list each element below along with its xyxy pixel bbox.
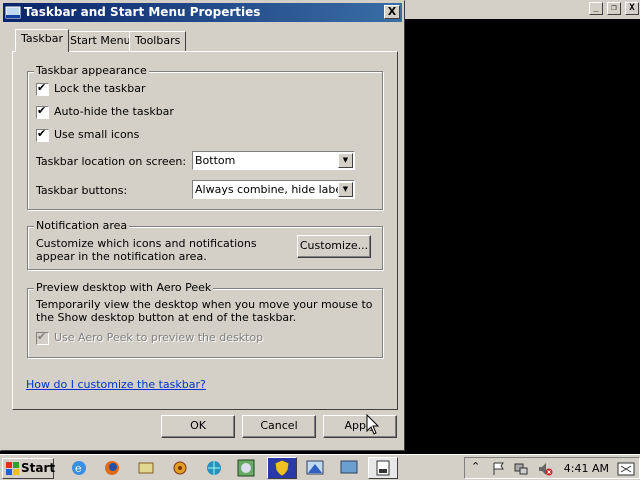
buttons-label: Taskbar buttons: [36, 184, 128, 197]
dialog-titlebar[interactable]: Taskbar and Start Menu Properties X [3, 3, 402, 22]
aero-peek-row: ✔ Use Aero Peek to preview the desktop [36, 329, 264, 345]
network-icon[interactable] [137, 459, 155, 477]
cancel-button[interactable]: Cancel [242, 415, 316, 438]
group-legend-peek: Preview desktop with Aero Peek [34, 281, 214, 294]
show-desktop-icon[interactable] [617, 461, 635, 477]
outer-minimize-button[interactable]: _ [589, 2, 603, 15]
aero-peek-checkbox: ✔ [36, 329, 49, 345]
apply-button[interactable]: Apply [323, 415, 397, 438]
shield-icon [274, 459, 290, 477]
taskbar-buttons-select[interactable]: Always combine, hide labels ▼ [192, 180, 355, 199]
lock-taskbar-row[interactable]: ✔ Lock the taskbar [36, 80, 146, 96]
chevron-down-icon[interactable]: ▼ [338, 153, 353, 168]
settings-icon[interactable] [171, 459, 189, 477]
ie-icon[interactable]: e [70, 459, 88, 477]
lock-taskbar-label: Lock the taskbar [54, 82, 146, 95]
active-window-button[interactable] [368, 457, 398, 479]
taskbar: Start e ⌃ 4:41 AM [0, 454, 640, 480]
group-legend-notification: Notification area [34, 219, 130, 232]
ok-button[interactable]: OK [161, 415, 235, 438]
desktop-icon[interactable] [306, 459, 324, 477]
start-label: Start [21, 461, 56, 475]
tab-start-menu[interactable]: Start Menu [64, 31, 137, 51]
firefox-icon[interactable] [103, 459, 121, 477]
system-tray: ⌃ 4:41 AM [464, 457, 640, 479]
auto-hide-checkbox[interactable]: ✔ [36, 103, 49, 119]
customize-button[interactable]: Customize... [297, 235, 371, 258]
network-tray-icon[interactable] [513, 461, 529, 477]
outer-window-titlebar: _ ❐ X [405, 0, 640, 19]
location-label: Taskbar location on screen: [36, 155, 187, 168]
help-link[interactable]: How do I customize the taskbar? [26, 378, 206, 391]
taskbar-buttons-value: Always combine, hide labels [195, 183, 351, 196]
small-icons-label: Use small icons [54, 128, 140, 141]
dvd-icon[interactable] [237, 459, 255, 477]
taskbar-window-button[interactable] [267, 457, 297, 479]
dialog-close-button[interactable]: X [384, 5, 400, 19]
peek-description: Temporarily view the desktop when you mo… [36, 298, 373, 324]
checkmark-icon: ✔ [37, 126, 47, 140]
clock[interactable]: 4:41 AM [564, 462, 609, 475]
notification-description: Customize which icons and notifications … [36, 237, 257, 263]
windows-logo-icon [6, 462, 19, 475]
small-icons-checkbox[interactable]: ✔ [36, 126, 49, 142]
mouse-cursor-icon [366, 414, 380, 435]
svg-text:e: e [75, 462, 82, 475]
window-icon [376, 460, 390, 476]
volume-muted-icon[interactable] [537, 461, 553, 477]
taskbar-properties-icon [5, 6, 21, 19]
auto-hide-label: Auto-hide the taskbar [54, 105, 174, 118]
aero-peek-label: Use Aero Peek to preview the desktop [54, 331, 264, 344]
location-value: Bottom [195, 154, 236, 167]
chevron-down-icon[interactable]: ▼ [338, 182, 353, 197]
dialog-title: Taskbar and Start Menu Properties [24, 5, 261, 19]
auto-hide-row[interactable]: ✔ Auto-hide the taskbar [36, 103, 174, 119]
show-hidden-icons-icon[interactable]: ⌃ [471, 460, 480, 473]
location-select[interactable]: Bottom ▼ [192, 151, 355, 170]
checkmark-icon: ✔ [37, 329, 47, 343]
group-legend-appearance: Taskbar appearance [34, 64, 149, 77]
globe-icon[interactable] [205, 459, 223, 477]
start-button[interactable]: Start [2, 458, 56, 479]
small-icons-row[interactable]: ✔ Use small icons [36, 126, 140, 142]
tab-taskbar[interactable]: Taskbar [15, 29, 69, 52]
properties-dialog: Taskbar and Start Menu Properties X Task… [0, 0, 405, 451]
tab-toolbars[interactable]: Toolbars [129, 31, 187, 51]
outer-close-button[interactable]: X [625, 2, 639, 15]
monitor-icon[interactable] [340, 459, 358, 477]
lock-taskbar-checkbox[interactable]: ✔ [36, 80, 49, 96]
checkmark-icon: ✔ [37, 80, 47, 94]
checkmark-icon: ✔ [37, 103, 47, 117]
flag-icon[interactable] [491, 461, 507, 477]
outer-restore-button[interactable]: ❐ [607, 2, 621, 15]
